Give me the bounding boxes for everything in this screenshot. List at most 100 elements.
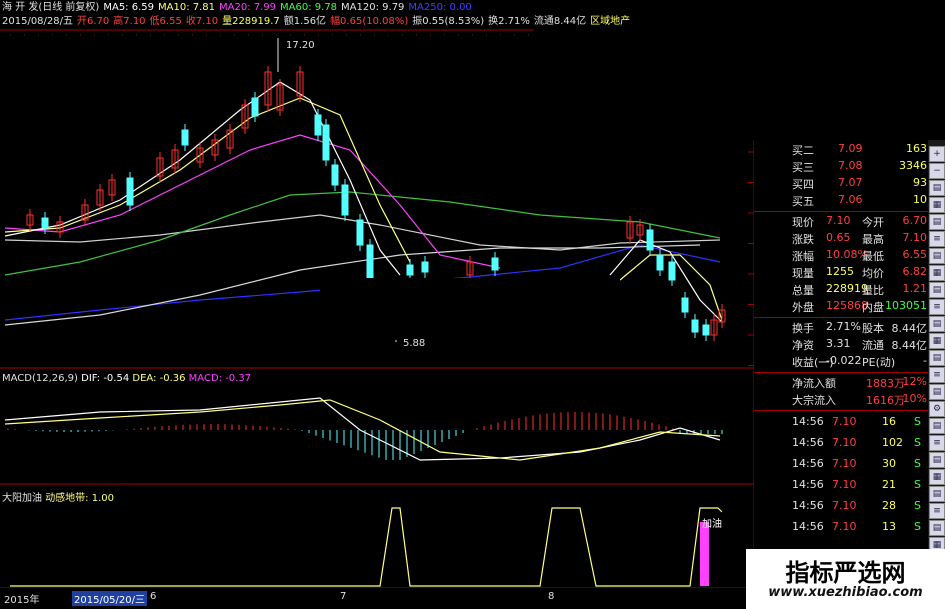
occluded-region xyxy=(320,278,620,340)
candle-body xyxy=(331,164,339,186)
candle-body xyxy=(406,264,414,276)
chart-icon[interactable]: ▤ xyxy=(929,180,945,196)
chart-icon[interactable]: ▤ xyxy=(929,486,945,502)
finance-row: 收益(一) -0.022 PE(动) - xyxy=(754,354,929,371)
low-price-annotation: 5.88 xyxy=(403,338,425,349)
ohlc-item-6: 额1.56亿 xyxy=(283,16,327,27)
ohlc-item-9: 换2.71% xyxy=(488,16,530,27)
tick-row: 14:56 7.10 13 S xyxy=(754,520,929,541)
list-icon[interactable]: ≡ xyxy=(929,299,945,315)
tick-side: S xyxy=(914,478,921,491)
candle-body xyxy=(646,229,654,251)
tick-side: S xyxy=(914,499,921,512)
flow-value: 1883万 xyxy=(866,377,905,390)
quote-stat-row: 涨跌 0.65 最高 7.10 xyxy=(754,231,929,248)
stat-label: 量比 xyxy=(862,284,884,297)
plus-icon[interactable]: + xyxy=(929,146,945,162)
side-toolbar: + − ▤ ▦ ▤ ≡ ▤ ▦ ▤ ≡ ▤ ▦ ▤ ≡ ▤ ⚙ ▤ ≡ ▤ ▦ ▤ ≡ ▤ ▦ xyxy=(928,140,945,553)
tick-time: 14:56 xyxy=(792,520,824,533)
list-icon[interactable]: ≡ xyxy=(929,435,945,451)
grid-icon[interactable]: ▦ xyxy=(929,333,945,349)
finance-label: 换手 xyxy=(792,322,814,335)
macd-value: MACD: -0.37 xyxy=(188,373,252,384)
watermark: 指标严选网 www.xuezhibiao.com xyxy=(746,549,945,609)
order-price: 7.06 xyxy=(838,193,863,206)
chart-icon[interactable]: ▤ xyxy=(929,350,945,366)
grid-icon[interactable]: ▦ xyxy=(929,469,945,485)
gear-icon[interactable]: ⚙ xyxy=(929,401,945,417)
chart-icon[interactable]: ▤ xyxy=(929,384,945,400)
ohlc-item-5: 量228919.7 xyxy=(222,16,280,27)
time-axis-cursor-date[interactable]: 2015/05/20/三 xyxy=(72,591,148,606)
time-axis-month-8: 8 xyxy=(548,591,555,602)
grid-icon[interactable]: ▦ xyxy=(929,265,945,281)
tick-price: 7.10 xyxy=(832,436,857,449)
ohlc-item-7: 幅0.65(10.08%) xyxy=(330,16,409,27)
candle-body xyxy=(126,177,134,206)
macd-dif-line xyxy=(4,397,721,461)
chart-icon[interactable]: ▤ xyxy=(929,316,945,332)
tick-price: 7.10 xyxy=(832,499,857,512)
stat-value: 1.21 xyxy=(902,282,928,295)
chart-icon[interactable]: ▤ xyxy=(929,214,945,230)
finance-value: 8.44亿 xyxy=(891,339,928,352)
ohlc-info-row: 2015/08/28/五 开6.70 高7.10 低6.55 收7.10 量228919.… xyxy=(2,15,634,28)
tick-price: 7.10 xyxy=(832,457,857,470)
tick-volume: 28 xyxy=(882,499,896,512)
macd-dea: DEA: -0.36 xyxy=(132,373,186,384)
list-icon[interactable]: ≡ xyxy=(929,503,945,519)
chart-icon[interactable]: ▤ xyxy=(929,452,945,468)
tick-row: 14:56 7.10 16 S xyxy=(754,415,929,436)
finance-value: 3.31 xyxy=(826,337,851,350)
indicator-signal-bar xyxy=(700,522,709,586)
quote-stat-row: 总量 228919 量比 1.21 xyxy=(754,282,929,299)
candle-body xyxy=(668,261,676,281)
low-price-value: 5.88 xyxy=(403,338,426,349)
minus-icon[interactable]: − xyxy=(929,163,945,179)
finance-value: 8.44亿 xyxy=(891,322,928,335)
macd-dea-line xyxy=(4,399,721,461)
order-volume: 10 xyxy=(913,193,927,206)
time-axis-year: 2015年 xyxy=(4,595,40,606)
finance-value: - xyxy=(923,354,927,367)
grid-icon[interactable]: ▦ xyxy=(929,197,945,213)
tick-row: 14:56 7.10 30 S xyxy=(754,457,929,478)
divider xyxy=(754,410,929,411)
chart-icon[interactable]: ▤ xyxy=(929,248,945,264)
order-price: 7.07 xyxy=(838,176,863,189)
ma-legend-item-3: MA20: 7.99 xyxy=(219,2,277,13)
tick-time: 14:56 xyxy=(792,478,824,491)
stat-value: 6.82 xyxy=(902,265,928,278)
finance-label: PE(动) xyxy=(862,356,896,369)
ma-legend-row: 海 开 发(日线 前复权) MA5: 6.59 MA10: 7.81 MA20: 7.… xyxy=(2,1,476,14)
flow-percent: 12% xyxy=(902,375,927,388)
tick-volume: 16 xyxy=(882,415,896,428)
chart-icon[interactable]: ▤ xyxy=(929,418,945,434)
stat-label: 涨跌 xyxy=(792,233,814,246)
order-volume: 3346 xyxy=(899,159,927,172)
chart-icon[interactable]: ▤ xyxy=(929,520,945,536)
ohlc-item-3: 低6.55 xyxy=(149,16,182,27)
list-icon[interactable]: ≡ xyxy=(929,231,945,247)
time-axis-month-7: 7 xyxy=(340,591,347,602)
stat-label: 总量 xyxy=(792,284,814,297)
candle-body xyxy=(322,124,330,161)
chart-icon[interactable]: ▤ xyxy=(929,282,945,298)
watermark-title: 指标严选网 xyxy=(785,559,906,587)
tick-time: 14:56 xyxy=(792,436,824,449)
divider xyxy=(754,372,929,373)
stat-value: 6.70 xyxy=(902,214,928,227)
order-label: 买二 xyxy=(792,144,814,157)
tick-time: 14:56 xyxy=(792,457,824,470)
list-icon[interactable]: ≡ xyxy=(929,367,945,383)
order-label: 买三 xyxy=(792,161,814,174)
ohlc-item-0: 2015/08/28/五 xyxy=(2,16,74,27)
order-book-row: 买四 7.07 93 xyxy=(754,176,929,193)
tick-time: 14:56 xyxy=(792,499,824,512)
tick-time: 14:56 xyxy=(792,415,824,428)
candle-body xyxy=(491,257,499,271)
finance-label: 股本 xyxy=(862,322,884,335)
finance-row: 换手 2.71% 股本 8.44亿 xyxy=(754,320,929,337)
finance-label: 净资 xyxy=(792,339,814,352)
stat-value: 103051 xyxy=(885,299,927,312)
